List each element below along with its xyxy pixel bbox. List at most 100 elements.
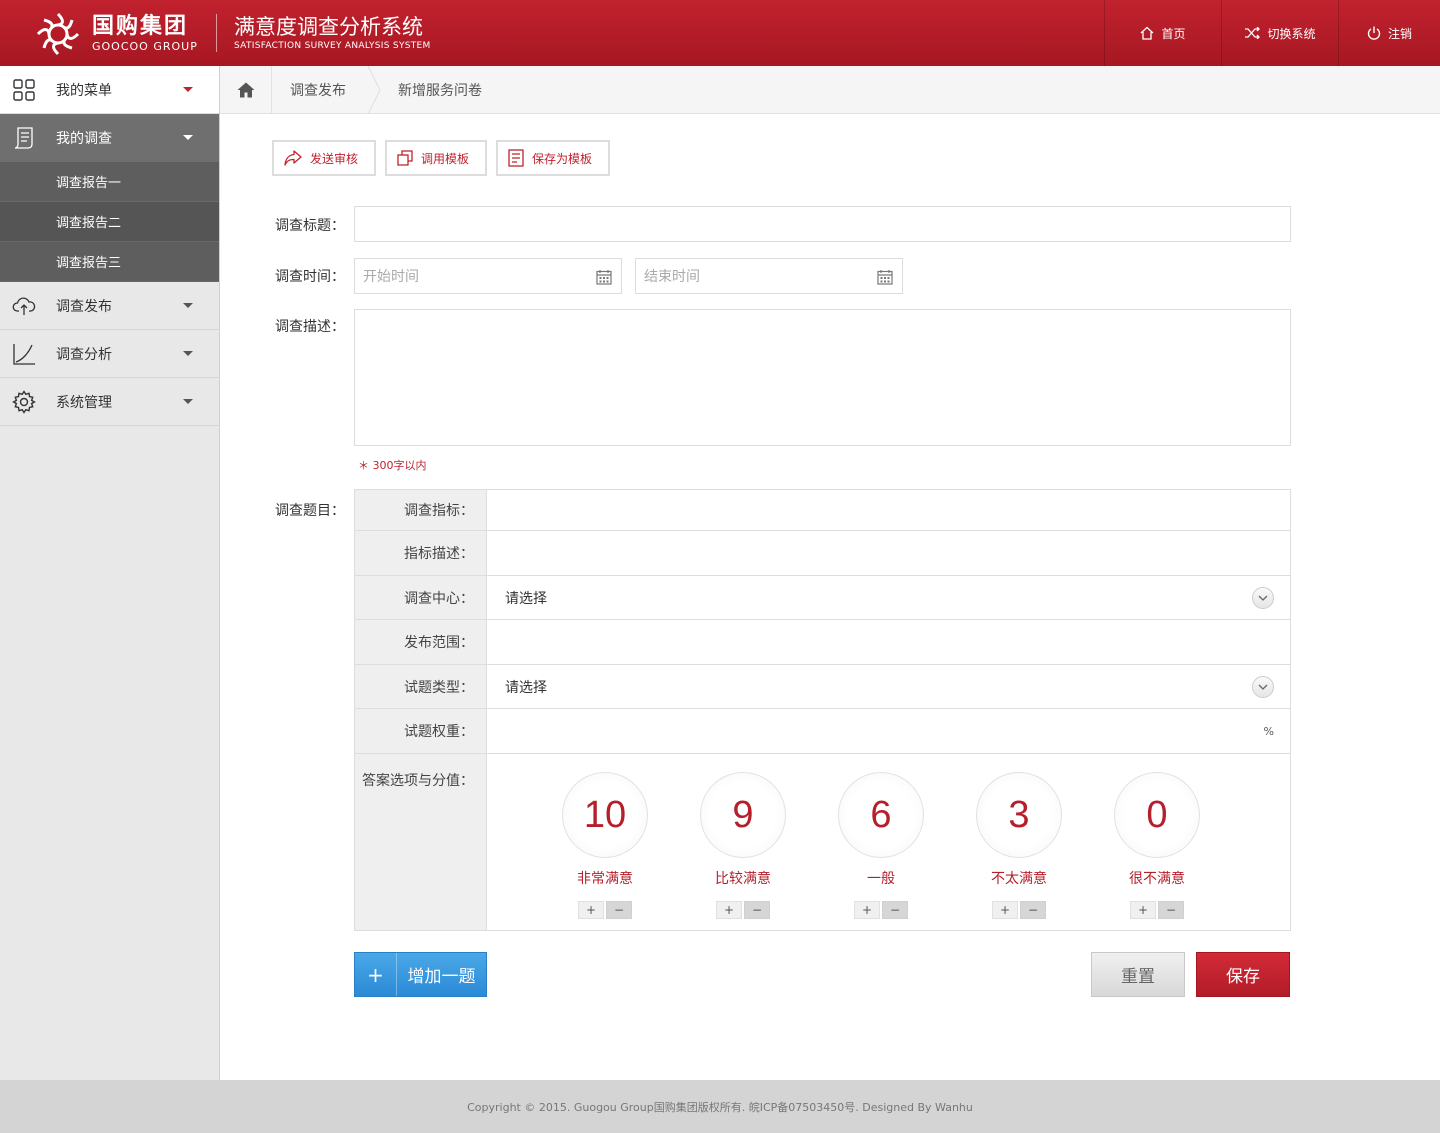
decrease-score-button[interactable]: − [882,901,908,919]
use-template-label: 调用模板 [421,151,470,166]
answers-label: 答案选项与分值： [355,754,487,930]
sidebar-item-label: 调查分析 [56,346,112,363]
answer-score[interactable]: 10 [562,772,648,858]
answer-score[interactable]: 3 [976,772,1062,858]
header-divider [216,14,217,52]
sidebar-item-label: 我的调查 [56,131,112,147]
survey-description-textarea[interactable] [354,309,1291,446]
reset-button[interactable]: 重置 [1091,952,1185,997]
publish-scope-input[interactable] [487,620,1290,664]
decrease-score-button[interactable]: − [744,901,770,919]
score-stepper: + − [992,901,1046,919]
decrease-score-button[interactable]: − [1020,901,1046,919]
chevron-down-icon[interactable] [1252,675,1274,698]
question-row-scope: 发布范围： [355,620,1290,665]
question-weight-input[interactable]: % [487,709,1290,753]
survey-question-label: 调查题目： [275,503,345,519]
question-row-indicator: 调查指标： [355,490,1290,531]
answer-score[interactable]: 6 [838,772,924,858]
score-stepper: + − [1130,901,1184,919]
percent-unit: % [1263,724,1274,738]
use-template-button[interactable]: 调用模板 [385,140,488,176]
sidebar-item-survey-publish[interactable]: 调查发布 [0,282,219,330]
indicator-input[interactable] [487,490,1290,530]
answer-label: 不太满意 [991,871,1047,887]
survey-time-label: 调查时间： [275,269,345,285]
nav-switch-system-link[interactable]: 切换系统 [1221,0,1338,66]
breadcrumb-home[interactable] [220,65,272,114]
save-as-template-button[interactable]: 保存为模板 [496,140,611,176]
survey-title-input[interactable] [354,206,1291,242]
increase-score-button[interactable]: + [578,901,604,919]
grid-icon [13,78,35,101]
logo-emblem-icon [36,12,80,56]
answer-score[interactable]: 9 [700,772,786,858]
save-button[interactable]: 保存 [1196,952,1290,997]
decrease-score-button[interactable]: − [1158,901,1184,919]
top-nav: 首页 切换系统 注销 [1104,0,1440,66]
sidebar-my-menu[interactable]: 我的菜单 [0,66,219,114]
answer-score[interactable]: 0 [1114,772,1200,858]
send-review-label: 发送审核 [310,151,359,166]
score-stepper: + − [854,901,908,919]
shuffle-icon [1245,27,1261,39]
send-review-button[interactable]: 发送审核 [272,140,377,176]
logo-english-name: GOOCOO GROUP [92,40,198,53]
question-type-select[interactable]: 请选择 [487,665,1290,708]
breadcrumb: 调查发布 新增服务问卷 [220,65,1440,114]
breadcrumb-item-publish[interactable]: 调查发布 [272,66,368,114]
survey-center-value: 请选择 [505,590,547,607]
copy-icon [397,150,413,166]
indicator-description-label: 指标描述： [355,531,487,575]
answer-option: 3 不太满意 + − [950,772,1088,919]
indicator-label: 调查指标： [355,490,487,530]
calendar-icon[interactable] [877,269,893,285]
chevron-down-icon [183,87,193,92]
chevron-down-icon [183,351,193,356]
brand-logo[interactable]: 国购集团 GOOCOO GROUP [34,10,198,58]
answer-option: 6 一般 + − [812,772,950,919]
cloud-upload-icon [12,297,36,315]
add-question-button[interactable]: + 增加一题 [354,952,487,997]
sidebar-item-label: 系统管理 [56,394,112,411]
sidebar-subitem-report-3[interactable]: 调查报告三 [0,242,219,282]
system-title: 满意度调查分析系统 SATISFACTION SURVEY ANALYSIS S… [234,14,431,52]
start-time-input[interactable]: 开始时间 [354,258,622,294]
end-time-input[interactable]: 结束时间 [635,258,903,294]
increase-score-button[interactable]: + [992,901,1018,919]
nav-home-link[interactable]: 首页 [1104,0,1221,66]
question-weight-label: 试题权重： [355,709,487,753]
question-row-indicator-desc: 指标描述： [355,531,1290,576]
question-row-type: 试题类型： 请选择 [355,665,1290,709]
chevron-down-icon[interactable] [1252,586,1274,609]
add-question-label: 增加一题 [407,967,476,987]
answer-option: 0 很不满意 + − [1088,772,1226,919]
chevron-down-icon [183,135,193,140]
footer: Copyright © 2015. Guogou Group国购集团版权所有. … [0,1080,1440,1133]
question-type-value: 请选择 [505,679,547,696]
calendar-icon[interactable] [596,269,612,285]
system-title-chinese: 满意度调查分析系统 [234,15,423,39]
sidebar: 我的菜单 我的调查 调查报告一 调查报告二 调查报告三 调查发布 调查分析 系统… [0,66,220,1080]
survey-center-label: 调查中心： [355,576,487,619]
question-row-weight: 试题权重： % [355,709,1290,754]
survey-center-select[interactable]: 请选择 [487,576,1290,619]
nav-home-label: 首页 [1161,26,1186,41]
sidebar-item-system-admin[interactable]: 系统管理 [0,378,219,426]
question-row-answers: 答案选项与分值： 10 非常满意 + − 9 比较满意 + − 6 一般 + −… [355,754,1290,930]
breadcrumb-separator-icon [368,65,380,114]
decrease-score-button[interactable]: − [606,901,632,919]
sidebar-subitem-report-1[interactable]: 调查报告一 [0,162,219,202]
increase-score-button[interactable]: + [1130,901,1156,919]
chevron-down-icon [183,399,193,404]
nav-logout-label: 注销 [1387,26,1412,41]
nav-logout-link[interactable]: 注销 [1338,0,1440,66]
sidebar-item-my-survey[interactable]: 我的调查 [0,114,219,162]
increase-score-button[interactable]: + [854,901,880,919]
copyright-text: Copyright © 2015. Guogou Group国购集团版权所有. … [467,1100,973,1114]
sidebar-item-survey-analysis[interactable]: 调查分析 [0,330,219,378]
increase-score-button[interactable]: + [716,901,742,919]
sidebar-subitem-report-2[interactable]: 调查报告二 [0,202,219,242]
answer-label: 非常满意 [577,871,633,887]
indicator-description-input[interactable] [487,531,1290,575]
